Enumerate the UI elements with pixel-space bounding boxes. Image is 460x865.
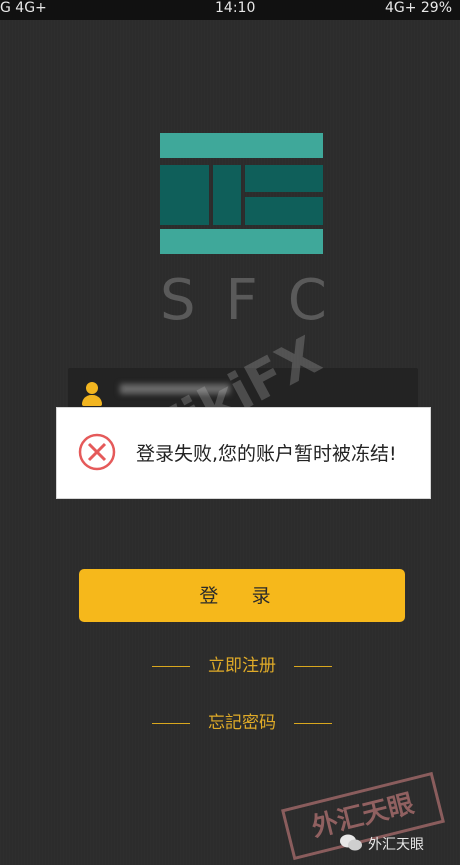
error-toast: 登录失败,您的账户暂时被冻结! xyxy=(56,407,431,499)
wechat-icon xyxy=(340,834,362,852)
logo-bar-top xyxy=(160,133,323,158)
logo-block xyxy=(160,165,209,225)
logo-block xyxy=(245,197,323,225)
toast-message: 登录失败,您的账户暂时被冻结! xyxy=(136,443,397,465)
divider xyxy=(294,666,332,667)
user-icon xyxy=(82,382,102,406)
logo-block xyxy=(213,165,241,225)
forgot-password-link[interactable]: 忘記密码 xyxy=(152,713,332,733)
divider xyxy=(294,723,332,724)
battery-indicator: 4G+ 29% xyxy=(384,0,452,16)
status-bar: G 4G+ 14:10 4G+ 29% xyxy=(0,0,460,20)
register-link[interactable]: 立即注册 xyxy=(152,656,332,676)
error-circle-x-icon xyxy=(77,432,117,472)
signal-indicator: G 4G+ xyxy=(0,0,47,16)
status-time: 14:10 xyxy=(215,0,256,16)
logo-text: SFC xyxy=(160,268,357,333)
watermark-badge-text: 外汇天眼 xyxy=(368,837,424,853)
logo-block xyxy=(245,165,323,192)
logo-bar-bottom xyxy=(160,229,323,254)
login-button[interactable]: 登 录 xyxy=(79,569,405,622)
